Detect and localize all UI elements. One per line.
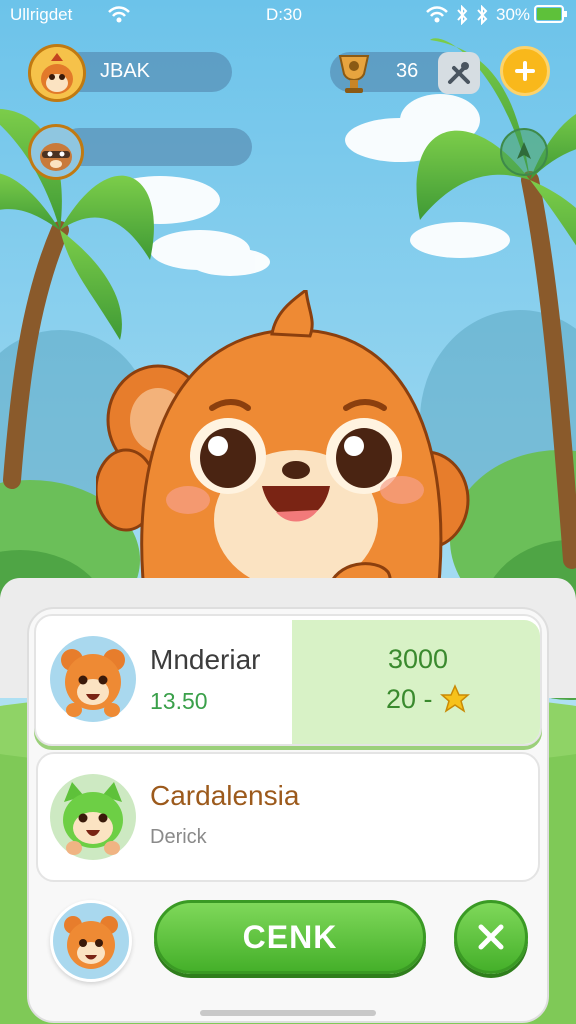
selected-character-avatar[interactable] bbox=[50, 900, 132, 982]
wifi-icon bbox=[426, 6, 448, 23]
player1-name: JBAK bbox=[100, 60, 151, 82]
bear-avatar-icon bbox=[64, 916, 118, 969]
price-area bbox=[292, 620, 540, 744]
tools-button[interactable] bbox=[438, 52, 480, 94]
card1-price: 3000 bbox=[388, 644, 449, 674]
cat-avatar-icon bbox=[63, 782, 123, 855]
map-button[interactable] bbox=[500, 128, 548, 176]
card2-subtitle: Derick bbox=[150, 826, 207, 848]
status-bar: Ullrigdet D:30 30% bbox=[0, 0, 576, 30]
player1-avatar[interactable] bbox=[28, 44, 86, 102]
clock: D:30 bbox=[266, 5, 302, 24]
character-card-2[interactable]: Cardalensia Derick bbox=[36, 752, 540, 882]
confirm-button[interactable]: CENK bbox=[154, 900, 426, 974]
trophy-coin-icon bbox=[338, 55, 370, 93]
card1-value: 13.50 bbox=[150, 688, 208, 714]
carrier-label: Ullrigdet bbox=[10, 5, 73, 24]
bear-avatar-icon bbox=[61, 649, 125, 717]
card1-avatar bbox=[50, 636, 136, 722]
close-button[interactable] bbox=[454, 900, 528, 974]
close-icon bbox=[478, 924, 504, 950]
game-screen: Ullrigdet D:30 30% JBAK 36 Mnderiar 13.5… bbox=[0, 0, 576, 1024]
monkey-avatar-icon bbox=[31, 47, 83, 99]
star-icon bbox=[440, 684, 470, 713]
battery-percent: 30% bbox=[496, 5, 531, 24]
battery-icon bbox=[534, 5, 567, 23]
compass-icon bbox=[517, 142, 531, 159]
card2-name: Cardalensia bbox=[150, 780, 300, 811]
bluetooth-icon bbox=[477, 5, 488, 25]
mascot-character[interactable] bbox=[96, 290, 480, 610]
card1-name: Mnderiar bbox=[150, 644, 261, 675]
player2-name-pill[interactable] bbox=[60, 128, 252, 166]
raccoon-avatar-icon bbox=[31, 127, 81, 177]
bluetooth-icon bbox=[457, 5, 468, 25]
card1-bonus: 20 - bbox=[386, 684, 433, 714]
add-currency-button[interactable] bbox=[500, 46, 550, 96]
character-card-1[interactable]: Mnderiar 13.50 3000 20 - bbox=[34, 614, 542, 746]
home-indicator bbox=[200, 1010, 376, 1016]
selection-panel: Mnderiar 13.50 3000 20 - Cardalensia Der… bbox=[0, 578, 576, 1024]
player2-avatar[interactable] bbox=[28, 124, 84, 180]
currency-amount: 36 bbox=[396, 60, 419, 82]
confirm-button-label: CENK bbox=[242, 918, 338, 955]
wifi-icon bbox=[108, 6, 130, 23]
card2-avatar bbox=[50, 774, 136, 860]
tools-icon bbox=[448, 62, 470, 84]
plus-icon bbox=[515, 61, 535, 81]
